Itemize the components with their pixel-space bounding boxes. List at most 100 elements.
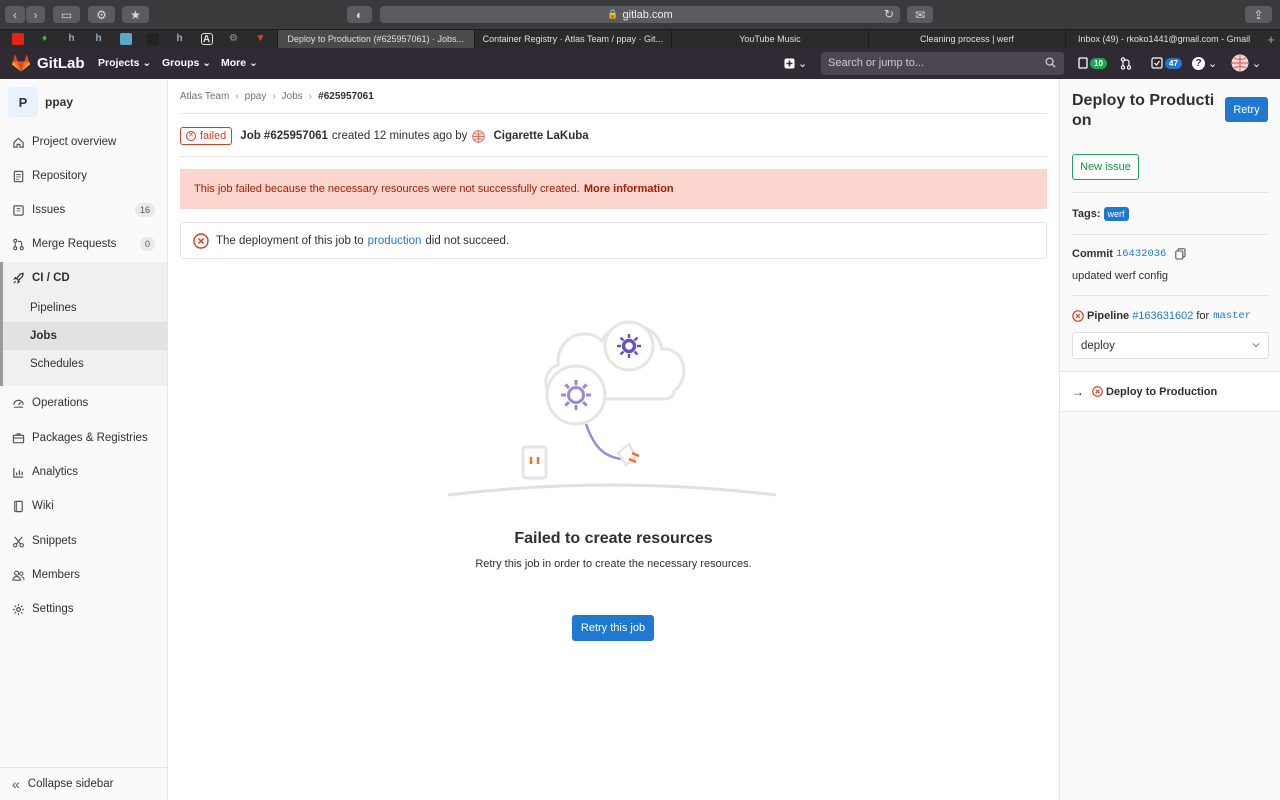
sidebar-item-merge-requests[interactable]: Merge Requests 0 [0,230,167,258]
user-menu[interactable]: ⌄ [1231,54,1262,72]
search-input[interactable]: Search or jump to... [821,52,1064,75]
breadcrumb-group[interactable]: Atlas Team [180,91,229,102]
reload-icon[interactable]: ↻ [884,7,894,21]
help-menu[interactable]: ? ⌄ [1192,55,1217,71]
new-tab-icon[interactable]: + [1262,30,1280,48]
new-issue-button[interactable]: New issue [1072,154,1139,180]
sidebar-item-settings[interactable]: Settings [0,595,167,623]
more-menu[interactable]: More ⌄ [221,57,258,69]
job-header: ✕ failed Job #625957061 created 12 minut… [180,127,593,145]
chevron-down-icon: ⌄ [798,57,808,70]
sidebar-item-issues[interactable]: Issues 16 [0,196,167,224]
failed-resources-illustration [447,320,777,497]
todo-counter[interactable]: 10 [1078,55,1107,71]
forward-icon[interactable]: › [26,6,45,23]
search-icon [1045,57,1056,68]
pinned-h-icon[interactable]: h [58,30,85,48]
sidebar-item-wiki[interactable]: Wiki [0,492,167,520]
tab-youtube-music[interactable]: YouTube Music [670,30,868,48]
stage-job-item[interactable]: → Deploy to Production [1060,372,1280,412]
gitlab-logo[interactable]: GitLab [12,55,85,72]
gitlab-tanuki-icon [12,55,30,72]
job-title: Job #625957061 [240,130,328,142]
main-content: Atlas Team › ppay › Jobs › #625957061 ✕ … [168,79,1059,800]
pinned-p-icon[interactable] [112,30,139,48]
copy-icon[interactable] [1175,248,1186,260]
retry-this-job-button[interactable]: Retry this job [572,615,654,641]
breadcrumb-current[interactable]: #625957061 [318,91,374,102]
pinned-gitlab-icon[interactable]: ▼ [247,30,274,48]
project-sidebar: P ppay Project overview Repository Issue… [0,79,168,800]
failed-status-icon [1072,310,1084,322]
share-icon[interactable]: ⇪ [1245,6,1272,23]
privacy-shield-icon[interactable]: ◐ [347,6,372,23]
chart-icon [13,467,24,478]
divider [1072,295,1269,296]
divider [180,113,1047,114]
empty-state-title: Failed to create resources [514,530,713,547]
sidebar-item-members[interactable]: Members [0,561,167,589]
retry-button[interactable]: Retry [1225,97,1268,122]
sidebar-item-schedules[interactable]: Schedules [3,350,167,378]
sidebar-item-analytics[interactable]: Analytics [0,458,167,486]
issues-counter[interactable]: 47 [1151,55,1182,71]
address-bar[interactable]: 🔒 gitlab.com ↻ [380,6,900,23]
settings-icon [12,603,25,615]
tab-deploy-production[interactable]: Deploy to Production (#625957061) · Jobs… [276,30,474,48]
sidebar-item-repository[interactable]: Repository [0,162,167,190]
sidebar-item-pipelines[interactable]: Pipelines [3,294,167,322]
merge-requests-nav[interactable] [1120,55,1132,71]
groups-menu[interactable]: Groups ⌄ [162,57,211,69]
breadcrumb-jobs[interactable]: Jobs [282,91,303,102]
back-icon[interactable]: ‹ [5,6,25,23]
sidebar-item-operations[interactable]: Operations [0,389,167,417]
sidebar-item-project-overview[interactable]: Project overview [0,128,167,156]
issues-count-badge: 16 [134,203,155,217]
mail-icon[interactable]: ✉ [907,6,933,23]
more-information-link[interactable]: More information [584,183,674,195]
gitlab-topnav: GitLab Projects ⌄ Groups ⌄ More ⌄ ⌄ Sear… [0,48,1280,79]
bookmark-star-icon[interactable]: ★ [122,6,149,23]
pinned-notion-icon[interactable] [139,30,166,48]
job-author[interactable]: Cigarette LaKuba [493,130,588,142]
doc-icon [13,170,24,182]
arrow-right-icon: → [1072,384,1084,399]
merge-requests-count-badge: 0 [139,237,155,251]
sidebar-item-jobs[interactable]: Jobs [3,322,167,350]
package-icon [12,432,25,443]
check-square-icon [1151,57,1163,69]
extension-gear-icon[interactable]: ⚙ [88,6,115,23]
pinned-leaf-icon[interactable]: ♦ [31,30,58,48]
chevron-down-icon: ⌄ [142,57,152,69]
sidebar-item-snippets[interactable]: Snippets [0,527,167,555]
job-details-sidebar: Deploy to Production Retry New issue Tag… [1059,79,1280,800]
chevron-down-icon: ⌄ [1252,57,1262,70]
pinned-youtube-icon[interactable] [4,30,31,48]
commit-sha-link[interactable]: 16432036 [1116,248,1166,260]
new-dropdown[interactable]: ⌄ [784,55,807,71]
home-icon [13,137,24,148]
environment-link[interactable]: production [368,235,422,247]
sidebar-item-packages-registries[interactable]: Packages & Registries [0,424,167,452]
tab-gmail[interactable]: Inbox (49) - rkoko1441@gmail.com - Gmail [1065,30,1262,48]
projects-menu[interactable]: Projects ⌄ [98,57,151,69]
pinned-a-icon[interactable]: A [193,30,220,48]
chevron-down-icon: ⌄ [1208,57,1218,70]
tab-container-registry[interactable]: Container Registry · Atlas Team / ppay ·… [473,30,671,48]
divider [1072,192,1269,193]
stage-dropdown[interactable]: deploy [1072,332,1269,359]
sidebar-toggle-icon[interactable]: ▭ [53,6,80,23]
status-badge[interactable]: ✕ failed [180,127,233,145]
author-avatar[interactable] [472,129,486,143]
pinned-h-icon[interactable]: h [166,30,193,48]
breadcrumb-project[interactable]: ppay [245,91,267,102]
pipeline-link[interactable]: #163631602 [1132,310,1193,322]
tab-werf[interactable]: Cleaning process | werf [867,30,1065,48]
project-header[interactable]: P ppay [8,87,73,117]
collapse-sidebar-button[interactable]: « Collapse sidebar [0,767,167,800]
pinned-settings-icon[interactable]: ⚙ [220,30,247,48]
book-icon [14,500,23,512]
branch-link[interactable]: master [1213,310,1251,322]
pinned-h-icon[interactable]: h [85,30,112,48]
sidebar-item-cicd[interactable]: CI / CD [3,262,167,294]
